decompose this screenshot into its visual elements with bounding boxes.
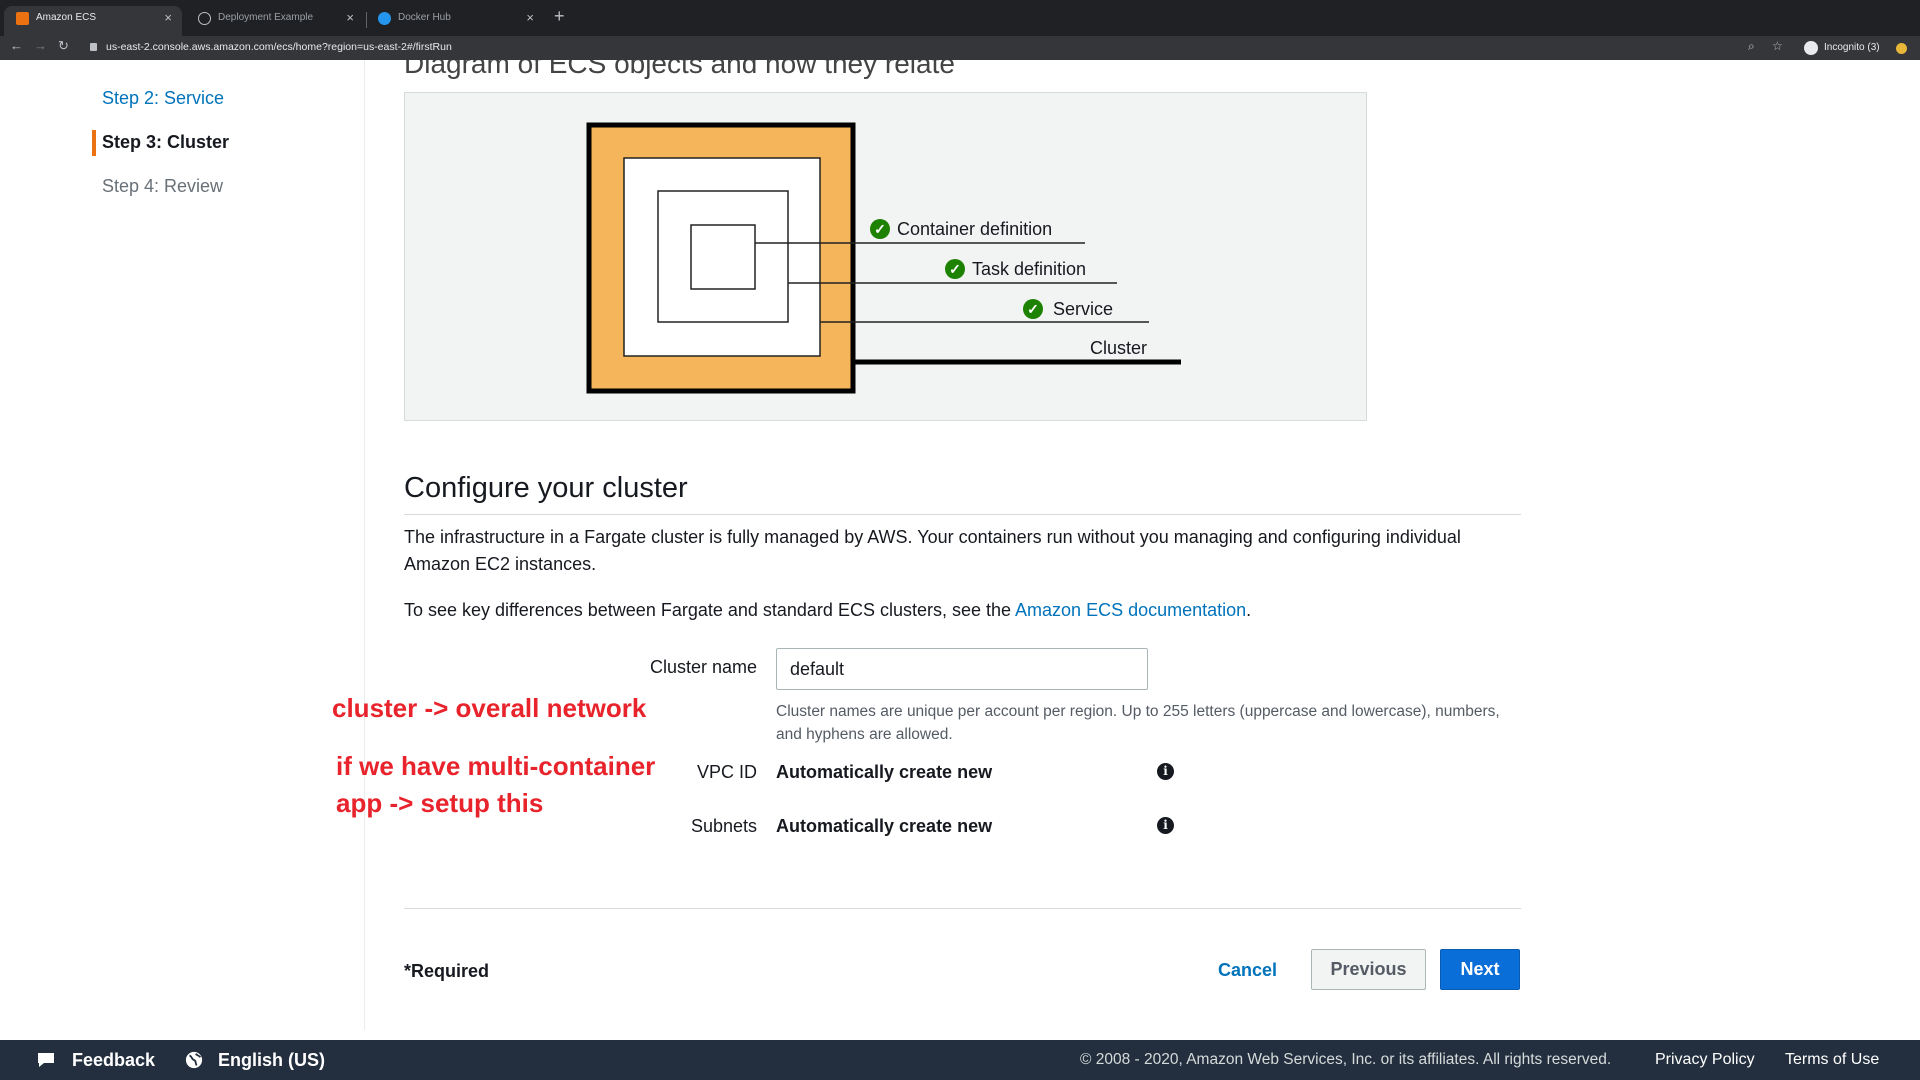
info-icon[interactable]: i [1157,763,1174,780]
copyright-text: © 2008 - 2020, Amazon Web Services, Inc.… [1080,1051,1612,1068]
incognito-label: Incognito (3) [1824,42,1880,53]
docs-suffix-text: . [1246,600,1252,620]
configure-cluster-title: Configure your cluster [404,472,688,504]
ecs-diagram: ✓ Container definition ✓ Task definition… [404,92,1367,421]
cluster-name-label: Cluster name [649,657,757,677]
task-definition-label: Task definition [972,259,1087,279]
close-icon[interactable]: × [346,6,354,30]
docs-paragraph: To see key differences between Fargate a… [404,597,1521,624]
zoom-icon[interactable]: ⌕ [1748,39,1755,54]
tab-docker-hub[interactable]: Docker Hub × [366,6,544,36]
sidebar-step-cluster: Step 3: Cluster [102,132,230,152]
sidebar-step-review: Step 4: Review [102,176,224,196]
profile-avatar-icon[interactable] [1896,43,1907,54]
tab-amazon-ecs[interactable]: Amazon ECS × [4,6,182,36]
section-divider [404,514,1521,515]
previous-button[interactable]: Previous [1311,949,1426,990]
diagram-title: Diagram of ECS objects and how they rela… [404,60,955,79]
console-footer: Feedback English (US) © 2008 - 2020, Ama… [0,1040,1920,1080]
vpc-id-value: Automatically create new [776,762,993,782]
feedback-icon [38,1053,54,1067]
ecs-nested-boxes [586,122,1181,394]
subnets-value: Automatically create new [776,816,993,836]
fargate-intro-text: The infrastructure in a Fargate cluster … [404,527,1461,574]
check-icon: ✓ [945,259,965,279]
star-icon[interactable]: ☆ [1772,39,1783,53]
url-path: /ecs/home?region=us-east-2#/firstRun [273,41,452,53]
annotation-multi-container: if we have multi-container [336,751,656,781]
tab-title: Docker Hub [398,12,451,23]
incognito-indicator[interactable]: Incognito (3) [1802,36,1880,60]
tab-deployment-example[interactable]: Deployment Example × [186,6,364,36]
sidebar-divider [364,60,365,1030]
page-content: Step 2: Service Step 3: Cluster Step 4: … [0,60,1920,1040]
annotation-cluster-network: cluster -> overall network [332,693,647,723]
check-icon: ✓ [870,219,890,239]
close-icon[interactable]: × [164,6,172,30]
tab-title: Deployment Example [218,12,314,23]
globe-favicon-icon [198,12,211,25]
info-icon[interactable]: i [1157,817,1174,834]
cluster-name-input[interactable]: default [776,648,1148,690]
ecs-documentation-link[interactable]: Amazon ECS documentation [1015,600,1246,620]
browser-tab-bar: Amazon ECS × Deployment Example × Docker… [0,0,1920,36]
incognito-icon [1804,41,1818,55]
forward-arrow-icon[interactable]: → [34,38,47,53]
container-definition-label: Container definition [897,219,1053,239]
feedback-link[interactable]: Feedback [72,1040,155,1080]
url-field[interactable]: us-east-2.console.aws.amazon.com/ecs/hom… [86,38,1786,57]
back-arrow-icon[interactable]: ← [10,38,23,53]
privacy-policy-link[interactable]: Privacy Policy [1655,1040,1755,1080]
sidebar-step-service[interactable]: Step 2: Service [102,88,224,109]
service-label: Service [1053,299,1114,319]
terms-of-use-link[interactable]: Terms of Use [1785,1040,1879,1080]
check-icon: ✓ [1023,299,1043,319]
container-definition-box [690,224,756,290]
cancel-button[interactable]: Cancel [1208,950,1287,990]
globe-icon [185,1051,203,1069]
docker-favicon-icon [378,12,391,25]
cluster-name-hint: Cluster names are unique per account per… [776,703,1500,743]
lock-icon [90,43,97,51]
next-button[interactable]: Next [1440,949,1520,990]
address-bar: ← → ↻ us-east-2.console.aws.amazon.com/e… [0,36,1920,60]
vpc-id-label: VPC ID [696,762,757,782]
new-tab-icon[interactable]: + [554,6,565,27]
required-note: *Required [404,961,490,981]
url-host: us-east-2.console.aws.amazon.com [106,41,274,53]
docs-prefix-text: To see key differences between Fargate a… [404,600,1016,620]
close-icon[interactable]: × [526,6,534,30]
cluster-label: Cluster [1090,338,1148,358]
aws-favicon-icon [16,12,29,25]
language-selector[interactable]: English (US) [218,1040,325,1080]
subnets-label: Subnets [690,816,757,836]
tab-title: Amazon ECS [36,12,97,23]
current-step-marker [92,130,96,156]
actions-divider [404,908,1521,909]
annotation-setup-this: app -> setup this [336,788,544,818]
reload-icon[interactable]: ↻ [58,38,69,54]
